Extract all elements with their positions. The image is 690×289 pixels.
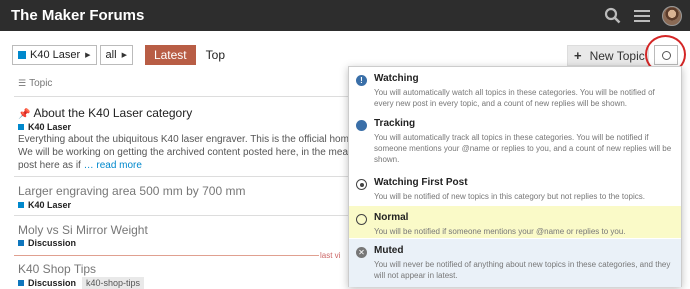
subcategory-breadcrumb[interactable]: all ▶ xyxy=(99,45,133,65)
topic-column-header[interactable]: ☰ Topic xyxy=(18,78,52,89)
topic-column-label: Topic xyxy=(29,78,53,89)
header-icons xyxy=(602,0,690,31)
topic-tag[interactable]: k40-shop-tips xyxy=(82,277,145,289)
exclamation-icon: ! xyxy=(356,75,367,86)
list-icon: ☰ xyxy=(18,78,27,88)
excerpt-line: Everything about the ubiquitous K40 lase… xyxy=(18,134,353,145)
option-muted[interactable]: ✕ Muted You will never be notified of an… xyxy=(349,239,681,287)
dot-circle-icon xyxy=(356,179,367,190)
notification-level-button[interactable] xyxy=(654,45,678,65)
tab-top[interactable]: Top xyxy=(206,48,225,62)
divider xyxy=(14,215,350,216)
category-color-swatch xyxy=(18,202,24,208)
category-color-swatch xyxy=(18,124,24,130)
tab-latest[interactable]: Latest xyxy=(144,45,196,65)
top-header: The Maker Forums xyxy=(0,0,690,31)
pin-icon: 📌 xyxy=(18,109,31,120)
option-description: You will be notified of new topics in th… xyxy=(374,192,645,201)
topic-category-label: Discussion xyxy=(28,238,77,248)
divider xyxy=(14,176,350,177)
excerpt-line: post here as if … read more xyxy=(18,159,353,172)
option-tracking[interactable]: Tracking You will automatically track al… xyxy=(349,112,681,170)
search-icon[interactable] xyxy=(602,6,622,26)
option-title: Normal xyxy=(374,212,409,223)
category-color-swatch xyxy=(18,240,24,246)
option-description: You will automatically track all topics … xyxy=(374,133,672,164)
option-description: You will automatically watch all topics … xyxy=(374,88,655,108)
filled-circle-icon xyxy=(356,120,367,131)
new-topic-button[interactable]: + New Topic xyxy=(567,45,649,66)
topic-category[interactable]: K40 Laser xyxy=(18,122,71,132)
plus-icon: + xyxy=(574,48,582,63)
read-more-link[interactable]: … read more xyxy=(84,160,142,171)
subcategory-breadcrumb-label: all xyxy=(105,49,117,61)
x-circle-icon: ✕ xyxy=(356,247,367,258)
category-breadcrumb[interactable]: K40 Laser ▶ xyxy=(12,45,97,65)
option-title: Watching First Post xyxy=(374,177,468,188)
topic-title[interactable]: K40 Shop Tips xyxy=(18,262,96,276)
last-visit-divider xyxy=(14,255,319,256)
notification-level-dropdown: ! Watching You will automatically watch … xyxy=(348,66,682,287)
navigation-bar: K40 Laser ▶ all ▶ Latest Top xyxy=(12,45,225,65)
excerpt-text: post here as if xyxy=(18,160,81,171)
option-title: Muted xyxy=(374,245,404,256)
option-description: You will be notified if someone mentions… xyxy=(374,227,626,236)
topic-category-label: K40 Laser xyxy=(28,200,72,210)
topic-category[interactable]: K40 Laser xyxy=(18,200,71,210)
category-color-swatch xyxy=(18,280,24,286)
topic-category[interactable]: Discussion xyxy=(18,238,76,248)
hamburger-icon[interactable] xyxy=(632,6,652,26)
topic-title[interactable]: 📌 About the K40 Laser category xyxy=(18,106,192,120)
option-title: Watching xyxy=(374,73,419,84)
new-topic-label: New Topic xyxy=(589,48,645,63)
category-color-swatch xyxy=(18,51,26,59)
caret-right-icon: ▶ xyxy=(121,52,127,59)
topic-title[interactable]: Moly vs Si Mirror Weight xyxy=(18,223,148,237)
avatar[interactable] xyxy=(662,5,682,26)
excerpt-line: We will be working on getting the archiv… xyxy=(18,147,353,158)
topic-title[interactable]: Larger engraving area 500 mm by 700 mm xyxy=(18,184,245,198)
option-watching[interactable]: ! Watching You will automatically watch … xyxy=(349,67,681,111)
topic-excerpt: Everything about the ubiquitous K40 lase… xyxy=(18,133,353,172)
empty-circle-icon xyxy=(356,214,367,225)
option-normal[interactable]: Normal You will be notified if someone m… xyxy=(349,206,681,238)
topic-category-label: K40 Laser xyxy=(28,122,72,132)
topic-title-text: About the K40 Laser category xyxy=(33,106,193,120)
category-breadcrumb-label: K40 Laser xyxy=(30,49,81,61)
topic-category[interactable]: Discussion k40-shop-tips xyxy=(18,277,145,289)
option-description: You will never be notified of anything a… xyxy=(374,260,671,280)
last-visit-label: last vi xyxy=(320,251,341,260)
caret-right-icon: ▶ xyxy=(85,52,91,59)
site-title[interactable]: The Maker Forums xyxy=(11,7,144,24)
divider xyxy=(14,96,350,97)
empty-circle-icon xyxy=(661,50,671,60)
option-title: Tracking xyxy=(374,118,416,129)
option-watching-first-post[interactable]: Watching First Post You will be notified… xyxy=(349,171,681,205)
